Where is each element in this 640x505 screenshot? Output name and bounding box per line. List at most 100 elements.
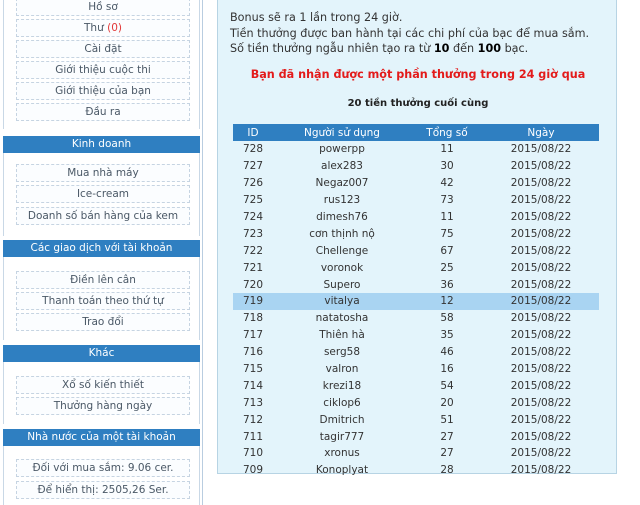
table-row: 723 cơn thịnh nộ 75 2015/08/22 <box>233 225 599 242</box>
section-business-title: Kinh doanh <box>3 136 200 153</box>
cell-user: cơn thịnh nộ <box>309 227 375 240</box>
cell-user: rus123 <box>323 194 361 207</box>
cell-total: 12 <box>411 293 483 310</box>
cell-date: 2015/08/22 <box>510 447 572 460</box>
table-row: 713 ciklop6 20 2015/08/22 <box>233 394 599 411</box>
menu-ice-cream-sales[interactable]: Doanh số bán hàng của kem <box>16 207 190 225</box>
section-transactions-title: Các giao dịch với tài khoản <box>3 240 200 257</box>
menu-top-up[interactable]: Điền lên cân <box>16 271 190 289</box>
table-row: 717 Thiên hà 35 2015/08/22 <box>233 327 599 344</box>
cell-id: 722 <box>242 244 264 257</box>
cell-date: 2015/08/22 <box>510 194 572 207</box>
cell-total: 30 <box>440 160 454 173</box>
cell-id: 717 <box>242 329 264 342</box>
cell-date: 2015/08/22 <box>510 413 572 426</box>
section-account-state-title: Nhà nước của một tài khoản <box>3 429 200 446</box>
cell-total: 20 <box>440 396 454 409</box>
menu-lottery[interactable]: Xổ số kiến thiết <box>16 376 190 394</box>
cell-user: powerpp <box>319 143 365 156</box>
header-id: ID <box>233 124 273 141</box>
cell-date: 2015/08/22 <box>510 143 572 156</box>
other-menu: Xổ số kiến thiết Thưởng hàng ngày <box>3 362 200 424</box>
sidebar: Hồ sơ Thư (0) Cài đặt Giới thiệu cuộc th… <box>0 0 203 505</box>
cell-total: 67 <box>440 244 454 257</box>
cell-user: tagir777 <box>319 430 365 443</box>
table-title: 20 tiền thưởng cuối cùng <box>347 98 489 109</box>
cell-user: serg58 <box>323 346 361 359</box>
cell-date: 2015/08/22 <box>483 293 599 310</box>
cell-total: 46 <box>440 346 454 359</box>
menu-referrals[interactable]: Giới thiệu của bạn <box>16 82 190 100</box>
cell-id: 719 <box>233 293 273 310</box>
cell-id: 720 <box>242 278 264 291</box>
table-row: 728 powerpp 11 2015/08/22 <box>233 141 599 158</box>
cell-id: 715 <box>242 363 264 376</box>
cell-id: 718 <box>242 312 264 325</box>
cell-date: 2015/08/22 <box>510 329 572 342</box>
menu-contest-intro[interactable]: Giới thiệu cuộc thi <box>16 61 190 79</box>
cell-id: 721 <box>242 261 264 274</box>
account-state-box: Đối với mua sắm: 9.06 cer. Để hiển thị: … <box>3 446 200 505</box>
info-line-3: Số tiền thưởng ngẫu nhiên tạo ra từ 10 đ… <box>230 42 529 55</box>
menu-output[interactable]: Đầu ra <box>16 103 190 121</box>
cell-user: ciklop6 <box>323 396 361 409</box>
header-total: Tổng số <box>411 124 483 141</box>
cell-id: 727 <box>242 160 264 173</box>
cell-user: Chellenge <box>315 244 369 257</box>
menu-settings[interactable]: Cài đặt <box>16 40 190 58</box>
business-menu: Mua nhà máy Ice-cream Doanh số bán hàng … <box>3 153 200 236</box>
cell-id: 725 <box>242 194 264 207</box>
purchase-balance: Đối với mua sắm: 9.06 cer. <box>16 459 190 477</box>
bonus-max: 100 <box>477 42 502 55</box>
table-row: 720 Supero 36 2015/08/22 <box>233 276 599 293</box>
menu-profile[interactable]: Hồ sơ <box>16 0 190 16</box>
cell-id: 723 <box>242 227 264 240</box>
cell-date: 2015/08/22 <box>510 379 572 392</box>
menu-buy-factory[interactable]: Mua nhà máy <box>16 164 190 182</box>
cell-total: 27 <box>440 430 454 443</box>
table-row: 710 xronus 27 2015/08/22 <box>233 445 599 462</box>
cell-date: 2015/08/22 <box>510 211 572 223</box>
cell-id: 716 <box>242 346 264 359</box>
mail-count-badge: (0) <box>107 22 122 34</box>
cell-total: 54 <box>440 379 454 392</box>
cell-user: natatosha <box>315 312 369 325</box>
cell-id: 714 <box>242 379 264 392</box>
cell-total: 11 <box>440 143 454 156</box>
menu-exchange[interactable]: Trao đổi <box>16 313 190 331</box>
menu-payment-order[interactable]: Thanh toán theo thứ tự <box>16 292 190 310</box>
cell-user: Konoplyat <box>315 464 369 477</box>
cell-user: vitalya <box>273 293 411 310</box>
cell-total: 58 <box>440 312 454 325</box>
cell-total: 73 <box>440 194 454 207</box>
cell-user: valron <box>325 363 359 376</box>
cell-id: 710 <box>242 447 264 460</box>
cell-id: 728 <box>242 143 264 156</box>
cell-date: 2015/08/22 <box>510 278 572 291</box>
cell-total: 28 <box>440 464 454 477</box>
bonus-received-notice: Bạn đã nhận được một phần thưởng trong 2… <box>250 68 586 81</box>
cell-user: krezi18 <box>322 379 362 392</box>
profile-menu: Hồ sơ Thư (0) Cài đặt Giới thiệu cuộc th… <box>3 0 200 129</box>
bonus-panel: Bonus sẽ ra 1 lần trong 24 giờ. Tiền thư… <box>217 0 617 476</box>
table-row: 725 rus123 73 2015/08/22 <box>233 192 599 209</box>
cell-user: Negaz007 <box>315 177 369 190</box>
cell-date: 2015/08/22 <box>510 227 572 240</box>
cell-user: alex283 <box>321 160 363 173</box>
menu-ice-cream[interactable]: Ice-cream <box>16 185 190 203</box>
cell-total: 25 <box>440 261 454 274</box>
table-row: 714 krezi18 54 2015/08/22 <box>233 377 599 394</box>
cell-date: 2015/08/22 <box>510 244 572 257</box>
bonus-table: ID Người sử dụng Tổng số Ngày 728 powerpp… <box>233 124 599 479</box>
cell-date: 2015/08/22 <box>510 464 572 477</box>
cell-date: 2015/08/22 <box>510 363 572 376</box>
cell-date: 2015/08/22 <box>510 312 572 325</box>
cell-user: voronok <box>320 261 364 274</box>
cell-total: 42 <box>440 177 454 190</box>
menu-mail[interactable]: Thư (0) <box>16 19 190 37</box>
table-row: 712 Dmitrich 51 2015/08/22 <box>233 411 599 428</box>
menu-daily-bonus[interactable]: Thưởng hàng ngày <box>16 397 190 415</box>
header-date: Ngày <box>483 124 599 141</box>
cell-date: 2015/08/22 <box>510 261 572 274</box>
table-header-row: ID Người sử dụng Tổng số Ngày <box>233 124 599 141</box>
